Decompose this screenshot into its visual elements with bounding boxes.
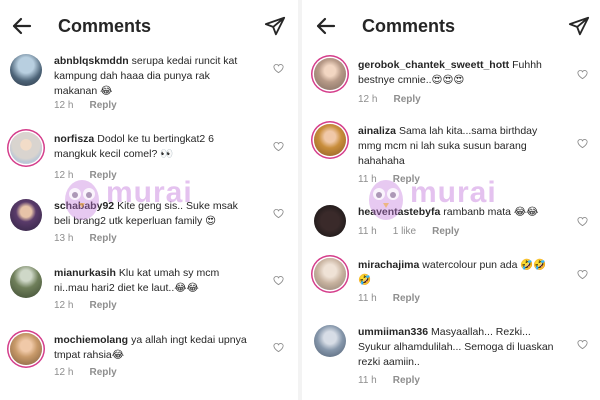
comment-item: ainaliza Sama lah kita...sama birthday mm… [304, 124, 600, 188]
panel-divider [298, 0, 302, 400]
heart-icon[interactable] [273, 208, 284, 219]
comment-text: mochiemolang ya allah ingt kedai upnya tm… [54, 333, 254, 363]
comment-time: 12 h [54, 170, 74, 181]
comments-panel-right: Comments gerobok_chantek_sweett_hott Fuhh… [304, 0, 600, 400]
comment-meta: 11 h Reply [358, 174, 436, 185]
comment-body: rambanb mata 😂😂 [443, 206, 539, 218]
heart-icon[interactable] [273, 342, 284, 353]
comment-username[interactable]: heaventastebyfa [358, 206, 440, 218]
reply-button[interactable]: Reply [393, 94, 420, 105]
comment-time: 11 h [358, 174, 377, 185]
heart-icon[interactable] [273, 275, 284, 286]
comment-time: 11 h [358, 226, 377, 237]
avatar[interactable] [314, 205, 346, 237]
comment-meta: 12 h Reply [54, 367, 133, 378]
comment-text: ainaliza Sama lah kita...sama birthday mm… [358, 124, 558, 169]
comment-time: 12 h [54, 300, 74, 311]
heart-icon[interactable] [577, 339, 588, 350]
page-title: Comments [58, 16, 152, 36]
avatar[interactable] [10, 333, 42, 365]
comment-time: 11 h [358, 293, 377, 304]
comment-username[interactable]: mochiemolang [54, 334, 128, 346]
comment-username[interactable]: gerobok_chantek_sweett_hott [358, 59, 509, 71]
avatar[interactable] [10, 54, 42, 86]
comment-meta: 12 h Reply [358, 94, 437, 105]
comment-time: 13 h [54, 233, 74, 244]
arrow-left-icon[interactable] [314, 14, 338, 38]
comment-username[interactable]: mianurkasih [54, 267, 116, 279]
avatar[interactable] [314, 124, 346, 156]
comment-item: gerobok_chantek_sweett_hott Fuhhh bestnye… [304, 58, 600, 122]
comment-meta: 12 h Reply [54, 170, 133, 181]
comments-header: Comments [304, 0, 600, 52]
comment-username[interactable]: ainaliza [358, 125, 396, 137]
avatar[interactable] [10, 199, 42, 231]
comment-username[interactable]: abnblqskmddn [54, 55, 129, 67]
comment-meta: 11 h Reply [358, 375, 436, 386]
comment-username[interactable]: ummiiman336 [358, 326, 428, 338]
heart-icon[interactable] [577, 138, 588, 149]
reply-button[interactable]: Reply [89, 300, 116, 311]
like-count[interactable]: 1 like [393, 226, 416, 237]
comment-item: norfisza Dodol ke tu bertingkat2 6 mangku… [0, 132, 296, 196]
comment-meta: 13 h Reply [54, 233, 133, 244]
comment-time: 12 h [358, 94, 378, 105]
heart-icon[interactable] [577, 69, 588, 80]
comment-item: abnblqskmddn serupa kedai runcit kat kamp… [0, 54, 296, 118]
reply-button[interactable]: Reply [393, 375, 420, 386]
paper-plane-icon[interactable] [264, 15, 286, 37]
heart-icon[interactable] [577, 269, 588, 280]
reply-button[interactable]: Reply [89, 233, 116, 244]
comment-text: norfisza Dodol ke tu bertingkat2 6 mangku… [54, 132, 254, 162]
comment-username[interactable]: mirachajima [358, 259, 419, 271]
heart-icon[interactable] [273, 141, 284, 152]
arrow-left-icon[interactable] [10, 14, 34, 38]
comment-item: ummiiman336 Masyaallah... Rezki... Syukur… [304, 325, 600, 389]
comment-time: 12 h [54, 367, 74, 378]
comment-text: ummiiman336 Masyaallah... Rezki... Syukur… [358, 325, 558, 370]
avatar[interactable] [10, 132, 42, 164]
comment-meta: 12 h Reply [54, 100, 133, 111]
comment-username[interactable]: schababy92 [54, 200, 114, 212]
paper-plane-icon[interactable] [568, 15, 590, 37]
reply-button[interactable]: Reply [89, 100, 116, 111]
comment-text: mirachajima watercolour pun ada 🤣🤣🤣 [358, 258, 558, 288]
heart-icon[interactable] [577, 216, 588, 227]
comment-time: 11 h [358, 375, 377, 386]
reply-button[interactable]: Reply [393, 174, 420, 185]
comment-text: mianurkasih Klu kat umah sy mcm ni..mau h… [54, 266, 254, 296]
reply-button[interactable]: Reply [432, 226, 459, 237]
comment-text: gerobok_chantek_sweett_hott Fuhhh bestnye… [358, 58, 558, 88]
comment-item: mirachajima watercolour pun ada 🤣🤣🤣 11 h R… [304, 258, 600, 322]
avatar[interactable] [314, 325, 346, 357]
comment-meta: 11 h Reply [358, 293, 436, 304]
heart-icon[interactable] [273, 63, 284, 74]
comment-item: mochiemolang ya allah ingt kedai upnya tm… [0, 333, 296, 397]
comment-meta: 11 h 1 like Reply [358, 226, 475, 237]
comment-time: 12 h [54, 100, 74, 111]
comments-header: Comments [0, 0, 296, 52]
avatar[interactable] [10, 266, 42, 298]
comment-username[interactable]: norfisza [54, 133, 94, 145]
avatar[interactable] [314, 258, 346, 290]
comment-meta: 12 h Reply [54, 300, 133, 311]
reply-button[interactable]: Reply [89, 170, 116, 181]
comment-text: schababy92 Kite geng sis.. Suke msak beli… [54, 199, 254, 229]
comment-item: schababy92 Kite geng sis.. Suke msak beli… [0, 199, 296, 263]
avatar[interactable] [314, 58, 346, 90]
reply-button[interactable]: Reply [393, 293, 420, 304]
reply-button[interactable]: Reply [89, 367, 116, 378]
comment-text: heaventastebyfa rambanb mata 😂😂 [358, 205, 558, 220]
comments-panel-left: Comments abnblqskmddn serupa kedai runcit… [0, 0, 296, 400]
comment-text: abnblqskmddn serupa kedai runcit kat kamp… [54, 54, 254, 99]
page-title: Comments [362, 16, 456, 36]
comment-item: mianurkasih Klu kat umah sy mcm ni..mau h… [0, 266, 296, 330]
